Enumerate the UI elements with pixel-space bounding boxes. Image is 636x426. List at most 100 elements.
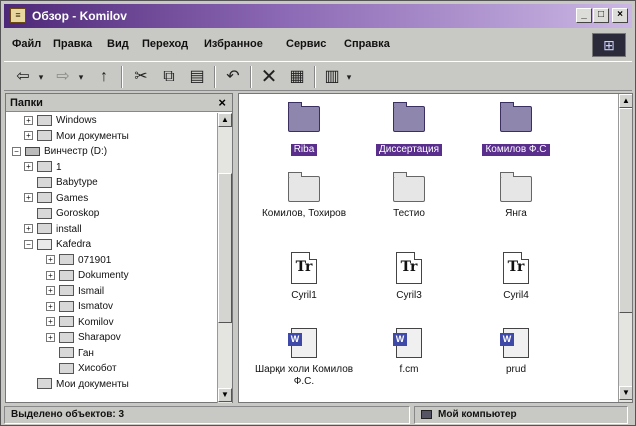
- tree-node[interactable]: − Винчестр (D:): [12, 144, 107, 159]
- expand-icon[interactable]: +: [46, 301, 55, 311]
- tree-node[interactable]: + Мои документы: [24, 129, 129, 144]
- folders-scrollbar[interactable]: ▲ ▼: [217, 113, 232, 403]
- file-item[interactable]: Комилов, Тохиров: [249, 170, 359, 220]
- folder-icon: [37, 223, 52, 235]
- cut-icon[interactable]: ✂: [129, 66, 153, 88]
- expand-icon[interactable]: +: [46, 286, 55, 296]
- tree-node-label: Ismail: [78, 285, 105, 297]
- tree-node[interactable]: Ган: [46, 346, 94, 361]
- tree-node[interactable]: + Sharapov: [46, 330, 121, 345]
- file-item-label: Шарқи холи Комилов Ф.С.: [254, 364, 354, 387]
- properties-icon[interactable]: ▦: [285, 66, 309, 88]
- tree-node[interactable]: + Windows: [24, 113, 97, 128]
- file-item[interactable]: Комилов Ф.С: [461, 100, 571, 156]
- file-item-label: Тестио: [393, 208, 425, 219]
- file-item[interactable]: Tr Cyril1: [249, 252, 359, 302]
- expand-icon[interactable]: +: [46, 270, 55, 280]
- tree-node[interactable]: Мои документы: [24, 377, 129, 392]
- drive-icon: [25, 146, 40, 156]
- forward-icon[interactable]: ⇨: [52, 66, 74, 88]
- tree-node[interactable]: Goroskop: [24, 206, 99, 221]
- scroll-down-arrow-icon[interactable]: ▼: [218, 388, 232, 402]
- folder-icon: [393, 172, 425, 202]
- tree-node-label: Хисобот: [78, 363, 117, 374]
- tree-node[interactable]: − Kafedra: [24, 237, 91, 252]
- file-item-label: Cyril4: [503, 290, 529, 301]
- tree-node[interactable]: Хисобот: [46, 361, 117, 376]
- menu-favorites[interactable]: Избранное: [204, 38, 263, 50]
- menu-tools[interactable]: Сервис: [286, 38, 326, 50]
- file-item[interactable]: Шарқи холи Комилов Ф.С.: [249, 328, 359, 388]
- toolbar-separator: [121, 66, 123, 88]
- tree-node[interactable]: + Games: [24, 191, 88, 206]
- tree-node-label: Kafedra: [56, 239, 92, 250]
- collapse-icon[interactable]: −: [12, 146, 21, 156]
- title-bar[interactable]: ≡ Обзор - Komilov _ □ ×: [4, 4, 632, 28]
- file-item[interactable]: Riba: [249, 100, 359, 156]
- copy-icon[interactable]: ⧉: [157, 66, 181, 88]
- tree-node[interactable]: +1: [24, 160, 62, 175]
- file-item[interactable]: f.cm: [354, 328, 464, 376]
- file-item[interactable]: Тестио: [354, 170, 464, 220]
- scroll-down-arrow-icon[interactable]: ▼: [619, 386, 632, 400]
- folder-icon: [393, 102, 425, 132]
- close-pane-icon[interactable]: ×: [218, 95, 226, 110]
- folder-icon: [59, 362, 74, 374]
- tree-node[interactable]: + install: [24, 222, 82, 237]
- minimize-button[interactable]: _: [576, 8, 592, 23]
- tree-node[interactable]: + Ismatov: [46, 299, 113, 314]
- content-scrollbar[interactable]: ▲ ▼: [618, 94, 632, 402]
- tree-node[interactable]: +071901: [46, 253, 111, 268]
- delete-icon[interactable]: ✕: [257, 66, 281, 88]
- expand-icon[interactable]: +: [46, 317, 55, 327]
- folder-icon: [59, 254, 74, 266]
- undo-icon[interactable]: ↶: [221, 66, 245, 88]
- status-location-label: Мой компьютер: [438, 409, 517, 420]
- menu-help[interactable]: Справка: [344, 38, 390, 50]
- menu-edit[interactable]: Правка: [53, 38, 92, 50]
- tree-node-label: Komilov: [78, 316, 114, 328]
- menu-view[interactable]: Вид: [107, 38, 129, 50]
- file-item[interactable]: Диссертация: [354, 100, 464, 156]
- views-dropdown-icon[interactable]: ▾: [343, 66, 355, 88]
- paste-icon[interactable]: ▤: [185, 66, 209, 88]
- scroll-up-arrow-icon[interactable]: ▲: [619, 94, 632, 108]
- folder-icon: [59, 331, 74, 343]
- scroll-up-arrow-icon[interactable]: ▲: [218, 113, 232, 127]
- file-item[interactable]: Янга: [461, 170, 571, 220]
- expand-icon[interactable]: +: [24, 115, 33, 125]
- tree-node-label: Windows: [56, 115, 97, 126]
- menu-file[interactable]: Файл: [12, 38, 41, 50]
- expand-icon[interactable]: +: [46, 332, 55, 342]
- back-icon[interactable]: ⇦: [12, 66, 34, 88]
- file-item[interactable]: Tr Cyril4: [461, 252, 571, 302]
- collapse-icon[interactable]: −: [24, 239, 33, 249]
- tree-node-label: Мои документы: [56, 130, 129, 142]
- up-folder-icon[interactable]: ↑: [92, 66, 116, 88]
- file-item[interactable]: Tr Cyril3: [354, 252, 464, 302]
- expand-icon[interactable]: +: [24, 224, 33, 234]
- toolbar-separator: [314, 66, 316, 88]
- tree-node[interactable]: + Dokumenty: [46, 268, 129, 283]
- file-item-label: Комилов, Тохиров: [261, 208, 347, 219]
- menu-go[interactable]: Переход: [142, 38, 188, 50]
- tree-node[interactable]: Babytype: [24, 175, 98, 190]
- close-button[interactable]: ×: [612, 8, 628, 23]
- tree-node[interactable]: + Ismail: [46, 284, 104, 299]
- tree-node[interactable]: + Komilov: [46, 315, 114, 330]
- forward-dropdown-icon[interactable]: ▾: [74, 66, 88, 88]
- word-document-icon: [393, 328, 422, 358]
- scroll-thumb[interactable]: [218, 173, 232, 323]
- expand-icon[interactable]: +: [24, 131, 33, 141]
- expand-icon[interactable]: +: [24, 193, 33, 203]
- folder-icon: [37, 192, 52, 204]
- back-dropdown-icon[interactable]: ▾: [34, 66, 48, 88]
- scroll-thumb[interactable]: [619, 108, 632, 313]
- folder-icon: [288, 172, 320, 202]
- views-icon[interactable]: ▥: [321, 66, 343, 88]
- explorer-icon: ≡: [10, 8, 26, 23]
- expand-icon[interactable]: +: [46, 255, 55, 265]
- maximize-button[interactable]: □: [593, 8, 609, 23]
- expand-icon[interactable]: +: [24, 162, 33, 172]
- file-item[interactable]: prud: [461, 328, 571, 376]
